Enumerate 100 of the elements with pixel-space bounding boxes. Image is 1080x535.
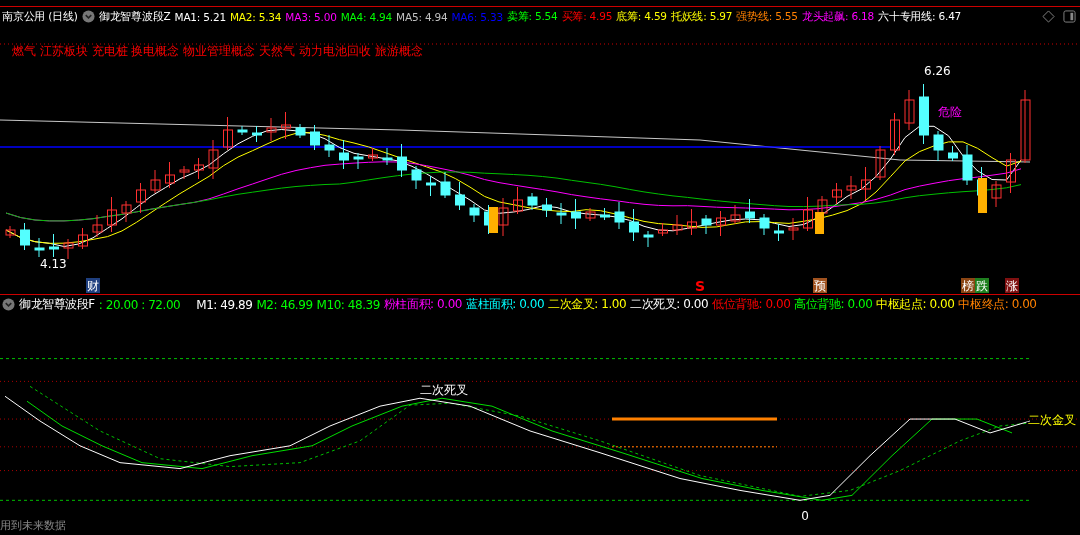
- highlighted-candlestick: [978, 178, 987, 213]
- candlestick: [339, 139, 349, 170]
- candlestick: [861, 166, 871, 201]
- indicator-value: 中枢终点: 0.00: [958, 296, 1037, 313]
- indicator-value: M10: 48.39: [316, 297, 380, 312]
- candlestick: [252, 125, 262, 143]
- indicator-value: 底筹: 4.59: [616, 9, 667, 24]
- candlestick: [20, 222, 30, 251]
- indicator-value: 买筹: 4.95: [561, 9, 613, 24]
- candlestick: [223, 116, 233, 151]
- indicator-value: 龙头起飙: 6.18: [801, 9, 875, 24]
- candlestick: [614, 201, 625, 230]
- candlestick: [716, 210, 726, 237]
- stock-title: 南京公用 (日线): [2, 9, 78, 24]
- indicator-value: 低位背驰: 0.00: [712, 296, 791, 313]
- candlestick: [179, 165, 190, 180]
- candlestick: [542, 197, 552, 218]
- candlestick: [948, 145, 958, 162]
- candlestick: [527, 192, 538, 211]
- candlestick: [121, 200, 132, 223]
- indicator-name: 御龙智尊波段Z: [98, 9, 171, 24]
- candlestick: [397, 143, 407, 178]
- indicator-value: 中枢起点: 0.00: [876, 296, 955, 313]
- candlestick: [34, 237, 45, 258]
- candlestick: [165, 161, 175, 189]
- candlestick: [63, 238, 74, 260]
- signal-marker: 跌: [975, 278, 989, 293]
- indicator-value: 二次死叉: 0.00: [630, 296, 709, 313]
- candlestick: [1006, 152, 1016, 194]
- candlestick: [150, 169, 161, 194]
- candlestick: [49, 233, 59, 258]
- signal-marker: 榜: [961, 278, 975, 293]
- concept-tags: 燃气 江苏板块 充电桩 换电概念 物业管理概念 天然气 动力电池回收 旅游概念: [12, 43, 423, 60]
- candlestick: [498, 197, 509, 237]
- candlestick: [774, 223, 784, 242]
- candlestick: [440, 171, 451, 199]
- indicator-value: 卖筹: 5.54: [506, 9, 558, 24]
- candlestick: [730, 204, 741, 225]
- candlestick: [426, 175, 436, 197]
- dropdown-icon[interactable]: [2, 298, 15, 311]
- candlestick: [643, 230, 654, 248]
- candlestick: [324, 134, 335, 158]
- candlestick: [411, 165, 422, 190]
- candlestick: [658, 222, 668, 237]
- candlestick: [803, 196, 813, 232]
- candlestick: [310, 124, 320, 151]
- indicator-value: MA6: 5.33: [451, 10, 503, 23]
- signal-marker: 预: [813, 278, 827, 293]
- indicator-value: 蓝柱面积: 0.00: [466, 296, 545, 313]
- price-annotation: 4.13: [40, 257, 67, 271]
- candlestick: [788, 217, 799, 241]
- indicator-value: 粉柱面积: 0.00: [383, 296, 462, 313]
- candlestick: [701, 214, 712, 235]
- candlestick: [92, 214, 103, 238]
- footer-note: 用到未来数据: [0, 518, 66, 533]
- dropdown-icon[interactable]: [81, 10, 95, 23]
- candlestick: [846, 175, 857, 200]
- candlestick: [194, 157, 204, 180]
- indicator-value: M2: 46.99: [256, 297, 313, 312]
- candlestick: [368, 147, 378, 162]
- candlestick: [382, 147, 393, 166]
- indicator-value: 高位背驰: 0.00: [794, 296, 873, 313]
- candlestick: [991, 180, 1002, 208]
- candlestick: [672, 214, 683, 236]
- candlestick: [629, 208, 639, 242]
- candlestick: [353, 152, 364, 170]
- candlestick: [469, 203, 480, 223]
- price-annotation: 6.26: [924, 64, 951, 78]
- cross-annotation: 0: [801, 509, 809, 524]
- indicator-value: 二次金叉: 1.00: [548, 296, 627, 313]
- candlestick: [556, 202, 567, 225]
- candlestick: [687, 208, 697, 236]
- candlestick: [832, 182, 842, 205]
- cross-annotation: 二次死叉: [420, 383, 469, 398]
- panel-toggle-icon[interactable]: [1063, 10, 1076, 23]
- highlighted-candlestick: [815, 212, 824, 234]
- candlestick: [585, 207, 596, 222]
- indicator-value: 六十专用线: 6.47: [878, 9, 962, 24]
- indicator-name: 御龙智尊波段F: [19, 296, 95, 313]
- signal-marker: S: [694, 278, 706, 294]
- candlestick: [266, 117, 277, 142]
- signal-marker: 财: [86, 278, 100, 293]
- indicator-value: MA2: 5.34: [229, 10, 282, 23]
- candlestick: [919, 83, 929, 145]
- candlestick: [513, 186, 523, 215]
- candlestick: [295, 123, 306, 139]
- candlestick: [208, 139, 219, 180]
- indicator-value: 托妖线: 5.97: [670, 9, 733, 24]
- cross-annotation: 二次金叉: [1028, 413, 1077, 427]
- candlestick: [875, 145, 886, 181]
- candlestick: [962, 144, 973, 186]
- indicator-value: MA5: 4.94: [396, 10, 448, 23]
- candlestick: [600, 207, 610, 221]
- candlestick: [904, 89, 915, 131]
- candlestick: [890, 112, 900, 156]
- candlestick: [745, 198, 755, 224]
- indicator-value: MA3: 5.00: [285, 10, 337, 23]
- signal-marker: 涨: [1005, 278, 1019, 293]
- price-annotation: 危险: [938, 105, 962, 119]
- candlestick: [136, 182, 146, 214]
